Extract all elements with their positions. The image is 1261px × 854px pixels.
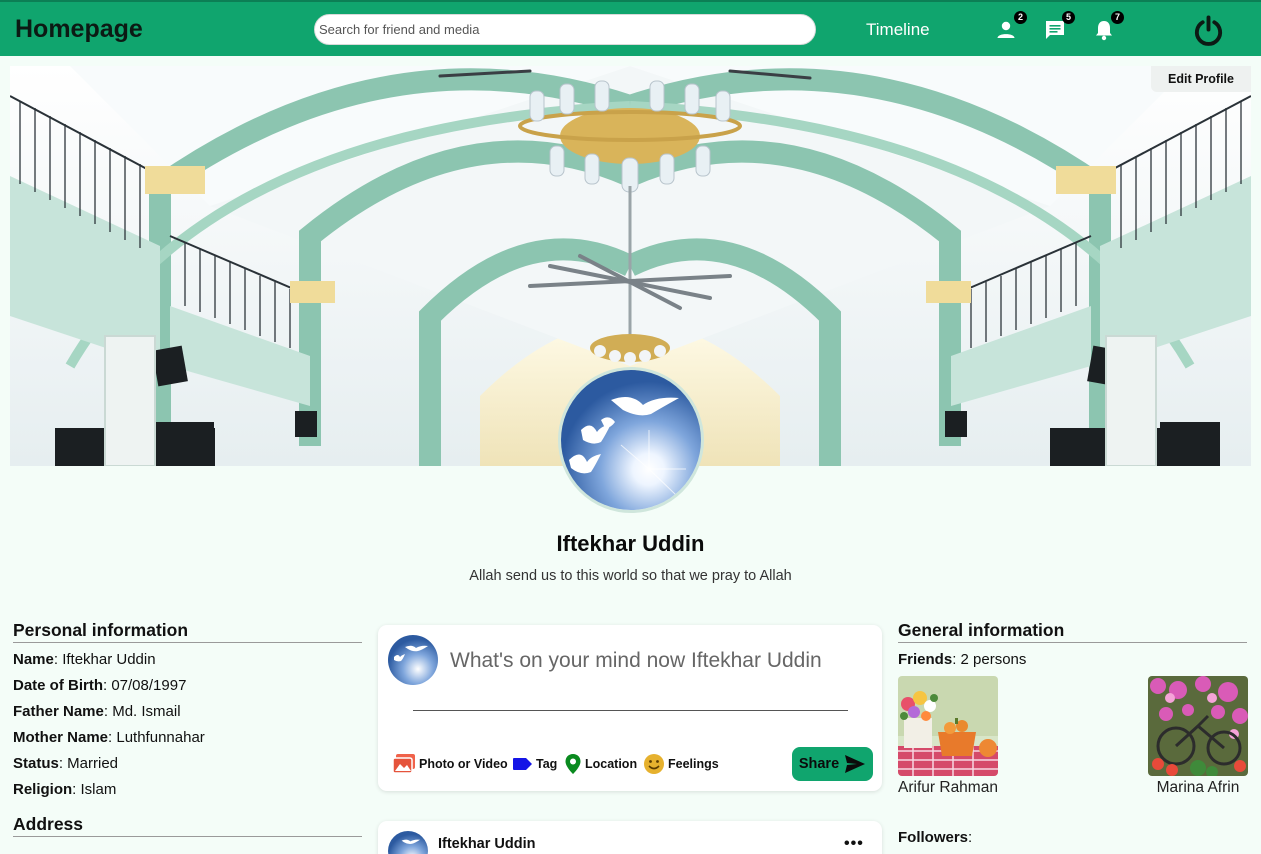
- personal-info-title: Personal information: [13, 620, 362, 643]
- messages-button[interactable]: 5: [1043, 11, 1075, 42]
- profile-avatar[interactable]: [558, 367, 704, 513]
- logout-button[interactable]: [1192, 14, 1225, 47]
- location-pin-icon: [565, 754, 581, 774]
- messages-badge: 5: [1062, 11, 1075, 24]
- post-composer: Photo or Video Tag Location Feelings Sha…: [378, 625, 882, 791]
- share-button[interactable]: Share: [792, 747, 873, 781]
- address-title: Address: [13, 814, 362, 837]
- info-row-status: Status: Married: [13, 755, 119, 772]
- profile-name: Iftekhar Uddin: [556, 531, 705, 556]
- sky-doves-image: [561, 370, 701, 510]
- friend-photo: [1148, 676, 1248, 776]
- friend-requests-button[interactable]: 2: [995, 11, 1027, 42]
- friend-name: Marina Afrin: [1156, 779, 1240, 796]
- info-row-mother: Mother Name: Luthfunnahar: [13, 729, 205, 746]
- friend-requests-badge: 2: [1014, 11, 1027, 24]
- general-info-title: General information: [898, 620, 1247, 643]
- info-row-name: Name: Iftekhar Uddin: [13, 651, 156, 668]
- friend-card[interactable]: Marina Afrin: [1148, 676, 1248, 797]
- post-text-input[interactable]: [450, 645, 838, 677]
- feed-post-card: Iftekhar Uddin •••: [378, 821, 882, 854]
- notifications-badge: 7: [1111, 11, 1124, 24]
- flowers-pumpkin-image: [898, 676, 998, 776]
- avatar-image: [388, 635, 438, 685]
- followers-count: Followers:: [898, 829, 973, 846]
- feed-post-avatar[interactable]: [388, 831, 428, 854]
- flower-bicycle-image: [1148, 676, 1248, 776]
- notifications-button[interactable]: 7: [1092, 11, 1124, 42]
- location-button[interactable]: Location: [564, 751, 637, 777]
- smiley-icon: [644, 754, 664, 774]
- composer-divider: [413, 710, 848, 711]
- info-row-father: Father Name: Md. Ismail: [13, 703, 181, 720]
- info-row-religion: Religion: Islam: [13, 781, 117, 798]
- power-icon: [1194, 15, 1223, 46]
- composer-avatar[interactable]: [388, 635, 438, 685]
- search-input[interactable]: [314, 14, 816, 45]
- info-row-dob: Date of Birth: 07/08/1997: [13, 677, 187, 694]
- personal-info-section: Personal information Name: Iftekhar Uddi…: [13, 620, 362, 844]
- edit-profile-button[interactable]: Edit Profile: [1151, 66, 1251, 92]
- timeline-link[interactable]: Timeline: [866, 20, 930, 40]
- avatar-image: [388, 831, 428, 854]
- general-info-section: General information Friends: 2 persons A…: [898, 620, 1248, 846]
- friend-photo: [898, 676, 998, 776]
- tag-icon: [513, 758, 532, 770]
- tag-button[interactable]: Tag: [512, 751, 557, 777]
- more-options-icon[interactable]: •••: [844, 835, 864, 853]
- feed-post-author[interactable]: Iftekhar Uddin: [438, 836, 535, 852]
- friend-card[interactable]: Arifur Rahman: [898, 676, 998, 797]
- feelings-button[interactable]: Feelings: [643, 751, 719, 777]
- top-navbar: Homepage Timeline 2 5 7: [0, 0, 1261, 56]
- photo-icon: [392, 754, 415, 774]
- brand-title[interactable]: Homepage: [15, 15, 143, 44]
- photo-video-button[interactable]: Photo or Video: [392, 751, 508, 777]
- friends-count: Friends: 2 persons: [898, 651, 1027, 668]
- profile-bio: Allah send us to this world so that we p…: [469, 568, 792, 584]
- send-icon: [845, 755, 866, 773]
- friend-name: Arifur Rahman: [898, 779, 998, 796]
